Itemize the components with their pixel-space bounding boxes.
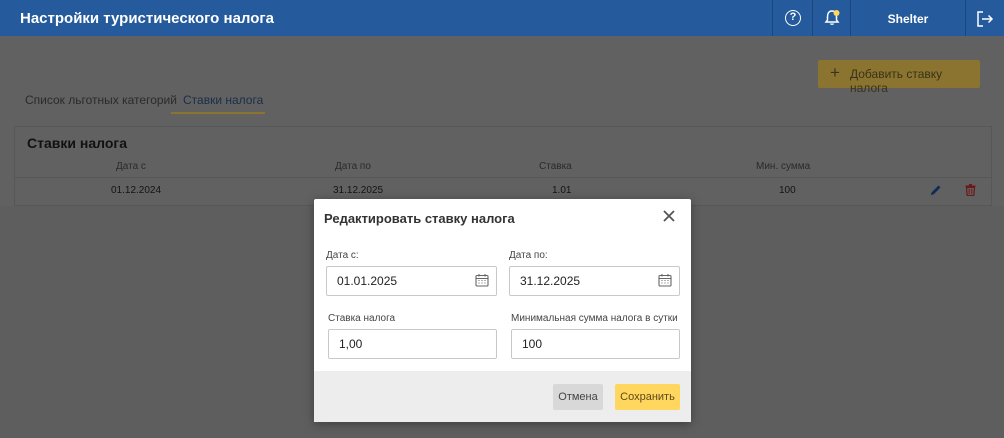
add-rate-label: Добавить ставку налога xyxy=(850,67,943,95)
tab-tax-rates[interactable]: Ставки налога xyxy=(183,93,263,107)
save-button[interactable]: Сохранить xyxy=(615,384,680,410)
cell-date-from: 01.12.2024 xyxy=(111,185,162,196)
question-circle-icon[interactable]: ? xyxy=(785,10,801,26)
dialog-footer: Отмена Сохранить xyxy=(314,371,691,422)
rate-label: Ставка налога xyxy=(328,313,396,324)
header-divider xyxy=(772,0,773,36)
pencil-icon[interactable] xyxy=(930,184,942,196)
trash-icon[interactable] xyxy=(965,184,976,196)
close-icon[interactable] xyxy=(662,209,676,223)
rates-table-card: Ставки налога Дата с Дата по Ставка Мин.… xyxy=(14,126,992,206)
cell-date-to: 31.12.2025 xyxy=(333,185,384,196)
cancel-button[interactable]: Отмена xyxy=(553,384,603,410)
calendar-icon[interactable] xyxy=(658,273,672,287)
page-title: Настройки туристического налога xyxy=(20,10,274,27)
plus-icon: + xyxy=(830,63,840,82)
edit-rate-dialog: Редактировать ставку налога Дата с: 01.0… xyxy=(314,199,691,422)
cell-rate: 1.01 xyxy=(552,185,572,196)
table-divider xyxy=(15,177,991,178)
add-rate-button[interactable]: + Добавить ставку налога xyxy=(818,60,980,95)
bell-icon[interactable] xyxy=(823,9,841,27)
header-divider xyxy=(812,0,813,36)
user-name[interactable]: Shelter xyxy=(851,12,965,26)
date-to-input[interactable]: 31.12.2025 xyxy=(509,266,680,296)
cell-min-sum: 100 xyxy=(779,185,796,196)
tab-benefit-categories[interactable]: Список льготных категорий xyxy=(25,93,177,107)
dialog-title: Редактировать ставку налога xyxy=(324,211,515,226)
table-title: Ставки налога xyxy=(27,135,127,151)
date-to-label: Дата по: xyxy=(509,250,548,261)
app-header: Настройки туристического налога ? Shelte… xyxy=(0,0,1004,36)
column-header-rate: Ставка xyxy=(539,161,572,172)
header-divider xyxy=(965,0,966,36)
date-from-input[interactable]: 01.01.2025 xyxy=(326,266,497,296)
notification-dot-icon xyxy=(833,10,840,16)
calendar-icon[interactable] xyxy=(475,273,489,287)
column-header-date-to: Дата по xyxy=(335,161,371,172)
active-tab-indicator xyxy=(171,112,265,114)
column-header-date-from: Дата с xyxy=(116,161,146,172)
logout-icon[interactable] xyxy=(976,10,994,28)
date-from-label: Дата с: xyxy=(326,250,359,261)
rate-input[interactable]: 1,00 xyxy=(328,329,497,359)
min-sum-input[interactable]: 100 xyxy=(511,329,680,359)
column-header-min-sum: Мин. сумма xyxy=(756,161,811,172)
min-sum-label: Минимальная сумма налога в сутки xyxy=(511,313,678,324)
